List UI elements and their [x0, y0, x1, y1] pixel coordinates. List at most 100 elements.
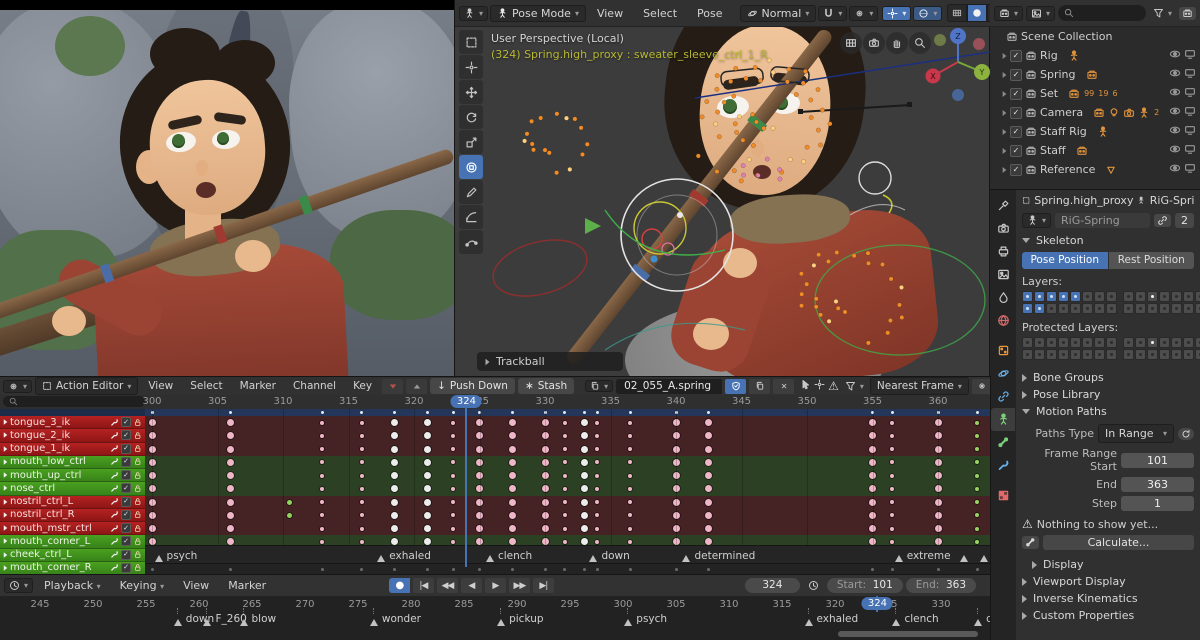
- keyframe[interactable]: [320, 500, 324, 504]
- tool-rotate-button[interactable]: [459, 105, 483, 129]
- layer-toggle[interactable]: [1094, 291, 1105, 302]
- show-hidden-button[interactable]: [814, 379, 825, 393]
- keyframe[interactable]: [890, 487, 894, 491]
- dopesheet-marker-psych[interactable]: psych: [155, 551, 198, 563]
- tab-object[interactable]: [991, 339, 1015, 362]
- keyframe[interactable]: [360, 527, 364, 531]
- expand-icon[interactable]: [4, 433, 8, 439]
- frame-end-field[interactable]: End: 363: [906, 578, 976, 593]
- keyframe-row-mouth_low_ctrl[interactable]: [145, 456, 990, 470]
- layer-toggle[interactable]: [1183, 291, 1194, 302]
- disable-viewport-toggle[interactable]: [1184, 86, 1196, 101]
- outliner-row-scene-collection[interactable]: Scene Collection: [990, 27, 1200, 46]
- keyframe[interactable]: [391, 419, 398, 426]
- keyframe[interactable]: [424, 472, 431, 479]
- keyframe-row-tongue_1_ik[interactable]: [145, 443, 990, 457]
- expand-icon[interactable]: [4, 419, 8, 425]
- layer-toggle[interactable]: [1106, 291, 1117, 302]
- channel-mouth_corner_R[interactable]: mouth_corner_R✓: [0, 562, 145, 575]
- keyframe[interactable]: [563, 460, 567, 464]
- dopesheet-marker-determined[interactable]: determined: [682, 551, 755, 563]
- timeline-marker-wonder[interactable]: wonder: [370, 614, 421, 626]
- layer-toggle[interactable]: [1070, 349, 1081, 360]
- keyframe[interactable]: [509, 485, 516, 492]
- keyframe[interactable]: [628, 421, 632, 425]
- layer-toggle[interactable]: [1123, 337, 1134, 348]
- disable-viewport-toggle[interactable]: [1184, 124, 1196, 139]
- snapping-dropdown[interactable]: ▾: [818, 6, 847, 21]
- layer-toggle[interactable]: [1058, 349, 1069, 360]
- layer-toggle[interactable]: [1034, 349, 1045, 360]
- timeline-scrollbar[interactable]: [838, 631, 978, 637]
- channel-nostril_ctrl_L[interactable]: nostril_ctrl_L✓: [0, 496, 145, 509]
- layer-toggle[interactable]: [1159, 349, 1170, 360]
- keyframe[interactable]: [563, 487, 567, 491]
- keyframe[interactable]: [975, 447, 979, 451]
- section-pose-library[interactable]: Pose Library: [1022, 386, 1194, 403]
- keyframe[interactable]: [595, 434, 599, 438]
- keyframe[interactable]: [451, 434, 455, 438]
- keyframe[interactable]: [391, 499, 398, 506]
- step-field[interactable]: 1: [1121, 496, 1194, 511]
- keyframe[interactable]: [360, 540, 364, 544]
- menu-key[interactable]: Key: [346, 380, 379, 392]
- expand-icon[interactable]: [1003, 129, 1007, 135]
- expand-icon[interactable]: [1003, 110, 1007, 116]
- collection-checkbox[interactable]: ✓: [1010, 145, 1022, 157]
- tab-physics[interactable]: [991, 362, 1015, 385]
- channel-mouth_mstr_ctrl[interactable]: mouth_mstr_ctrl✓: [0, 522, 145, 535]
- snap-mode-dropdown[interactable]: Nearest Frame▾: [870, 377, 969, 395]
- keyframe[interactable]: [227, 472, 234, 479]
- tab-bone[interactable]: [991, 431, 1015, 454]
- tool-move-button[interactable]: [459, 80, 483, 104]
- menu-select[interactable]: Select: [634, 7, 686, 20]
- layer-toggle[interactable]: [1147, 303, 1158, 314]
- keyframe[interactable]: [391, 525, 398, 532]
- keyframe[interactable]: [509, 459, 516, 466]
- timeline-marker-blow[interactable]: blow: [240, 614, 277, 626]
- auto-keying-button[interactable]: ●: [389, 578, 410, 593]
- tool-transform-button[interactable]: [459, 155, 483, 179]
- keyframe[interactable]: [360, 474, 364, 478]
- keyframe[interactable]: [287, 500, 292, 505]
- keyframe[interactable]: [563, 500, 567, 504]
- summary-key[interactable]: [596, 411, 599, 414]
- tool-select-box-button[interactable]: [459, 30, 483, 54]
- keyframe[interactable]: [563, 513, 567, 517]
- tab-texture[interactable]: [991, 484, 1015, 507]
- layer-toggle[interactable]: [1171, 291, 1182, 302]
- action-unlink-button[interactable]: [382, 379, 403, 394]
- keyframe[interactable]: [451, 474, 455, 478]
- keyframe[interactable]: [595, 527, 599, 531]
- layer-toggle[interactable]: [1082, 349, 1093, 360]
- channel-enable-checkbox[interactable]: ✓: [121, 550, 131, 560]
- keyframe[interactable]: [628, 500, 632, 504]
- hide-viewport-toggle[interactable]: [1169, 86, 1181, 101]
- keyframe[interactable]: [360, 421, 364, 425]
- toggle-camera-view-button[interactable]: [863, 32, 885, 54]
- play-reverse-button[interactable]: ◀: [461, 578, 482, 593]
- layer-toggle[interactable]: [1135, 303, 1146, 314]
- layer-toggle[interactable]: [1058, 291, 1069, 302]
- toggle-grid-button[interactable]: [840, 32, 862, 54]
- outliner-row-rig[interactable]: ✓Rig: [990, 46, 1200, 65]
- overlays-dropdown[interactable]: ▾: [913, 6, 942, 21]
- timeline-marker-psych[interactable]: psych: [624, 614, 667, 626]
- channel-enable-checkbox[interactable]: ✓: [121, 510, 131, 520]
- layer-toggle[interactable]: [1183, 337, 1194, 348]
- section-viewport-display[interactable]: Viewport Display: [1022, 573, 1194, 590]
- keyframe[interactable]: [227, 485, 234, 492]
- paths-type-dropdown[interactable]: In Range ▾: [1098, 424, 1174, 443]
- tool-measure-button[interactable]: [459, 205, 483, 229]
- keyframe[interactable]: [890, 474, 894, 478]
- outliner-search-input[interactable]: [1058, 5, 1146, 21]
- channel-mouth_corner_L[interactable]: mouth_corner_L✓: [0, 535, 145, 548]
- tab-scene[interactable]: [991, 286, 1015, 309]
- keyframe[interactable]: [705, 485, 712, 492]
- keyframe[interactable]: [320, 421, 324, 425]
- layer-toggle[interactable]: [1195, 303, 1200, 314]
- keyframe[interactable]: [360, 460, 364, 464]
- layer-toggle[interactable]: [1147, 349, 1158, 360]
- timeline-ruler[interactable]: 2452502552602652702752802852902953003053…: [0, 596, 990, 640]
- layer-toggle[interactable]: [1147, 337, 1158, 348]
